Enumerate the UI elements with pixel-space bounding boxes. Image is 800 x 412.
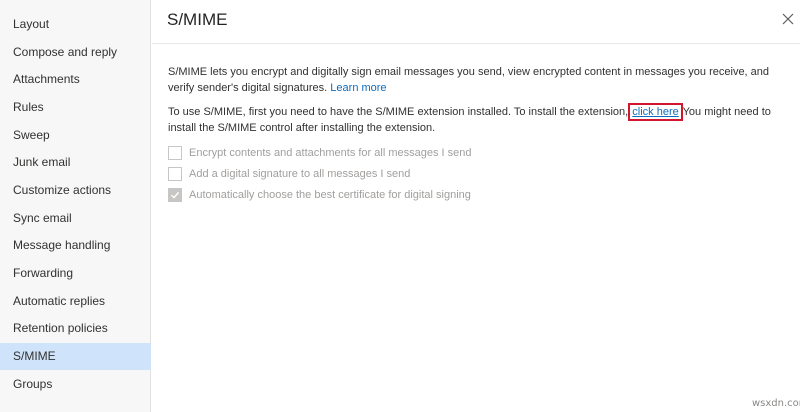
auto-cert-option-label: Automatically choose the best certificat… bbox=[189, 189, 471, 201]
sidebar-item-forwarding[interactable]: Forwarding bbox=[0, 260, 151, 287]
sidebar-item-message-handling[interactable]: Message handling bbox=[0, 232, 151, 259]
sidebar-item-sync-email[interactable]: Sync email bbox=[0, 205, 151, 232]
checkmark-icon bbox=[171, 191, 180, 199]
intro-text: S/MIME lets you encrypt and digitally si… bbox=[168, 66, 770, 94]
sidebar-item-rules[interactable]: Rules bbox=[0, 94, 151, 121]
sign-checkbox[interactable] bbox=[168, 167, 182, 181]
install-paragraph: To use S/MIME, first you need to have th… bbox=[168, 103, 794, 136]
sidebar-item-junk-email[interactable]: Junk email bbox=[0, 149, 151, 176]
encrypt-checkbox[interactable] bbox=[168, 146, 182, 160]
sidebar-item-attachments[interactable]: Attachments bbox=[0, 66, 151, 93]
sidebar-item-automatic-replies[interactable]: Automatic replies bbox=[0, 288, 151, 315]
click-here-link[interactable]: click here bbox=[628, 103, 683, 121]
sidebar-item-smime[interactable]: S/MIME bbox=[0, 343, 151, 370]
sidebar-item-groups[interactable]: Groups bbox=[0, 371, 151, 398]
sign-option-label: Add a digital signature to all messages … bbox=[189, 168, 411, 180]
watermark: wsxdn.com bbox=[752, 398, 800, 409]
learn-more-link[interactable]: Learn more bbox=[330, 82, 386, 94]
sidebar-item-customize-actions[interactable]: Customize actions bbox=[0, 177, 151, 204]
settings-sidebar: Layout Compose and reply Attachments Rul… bbox=[0, 0, 151, 412]
install-prefix-text: To use S/MIME, first you need to have th… bbox=[168, 106, 629, 118]
page-title: S/MIME bbox=[167, 10, 228, 29]
intro-paragraph: S/MIME lets you encrypt and digitally si… bbox=[168, 65, 794, 96]
close-icon[interactable] bbox=[780, 11, 796, 27]
auto-cert-checkbox[interactable] bbox=[168, 188, 182, 202]
smime-settings-panel: S/MIME S/MIME lets you encrypt and digit… bbox=[152, 0, 800, 412]
header-divider bbox=[152, 43, 800, 44]
sidebar-item-compose-and-reply[interactable]: Compose and reply bbox=[0, 39, 151, 66]
sidebar-item-retention-policies[interactable]: Retention policies bbox=[0, 315, 151, 342]
sidebar-item-layout[interactable]: Layout bbox=[0, 11, 151, 38]
sidebar-item-sweep[interactable]: Sweep bbox=[0, 122, 151, 149]
encrypt-option-label: Encrypt contents and attachments for all… bbox=[189, 147, 472, 159]
